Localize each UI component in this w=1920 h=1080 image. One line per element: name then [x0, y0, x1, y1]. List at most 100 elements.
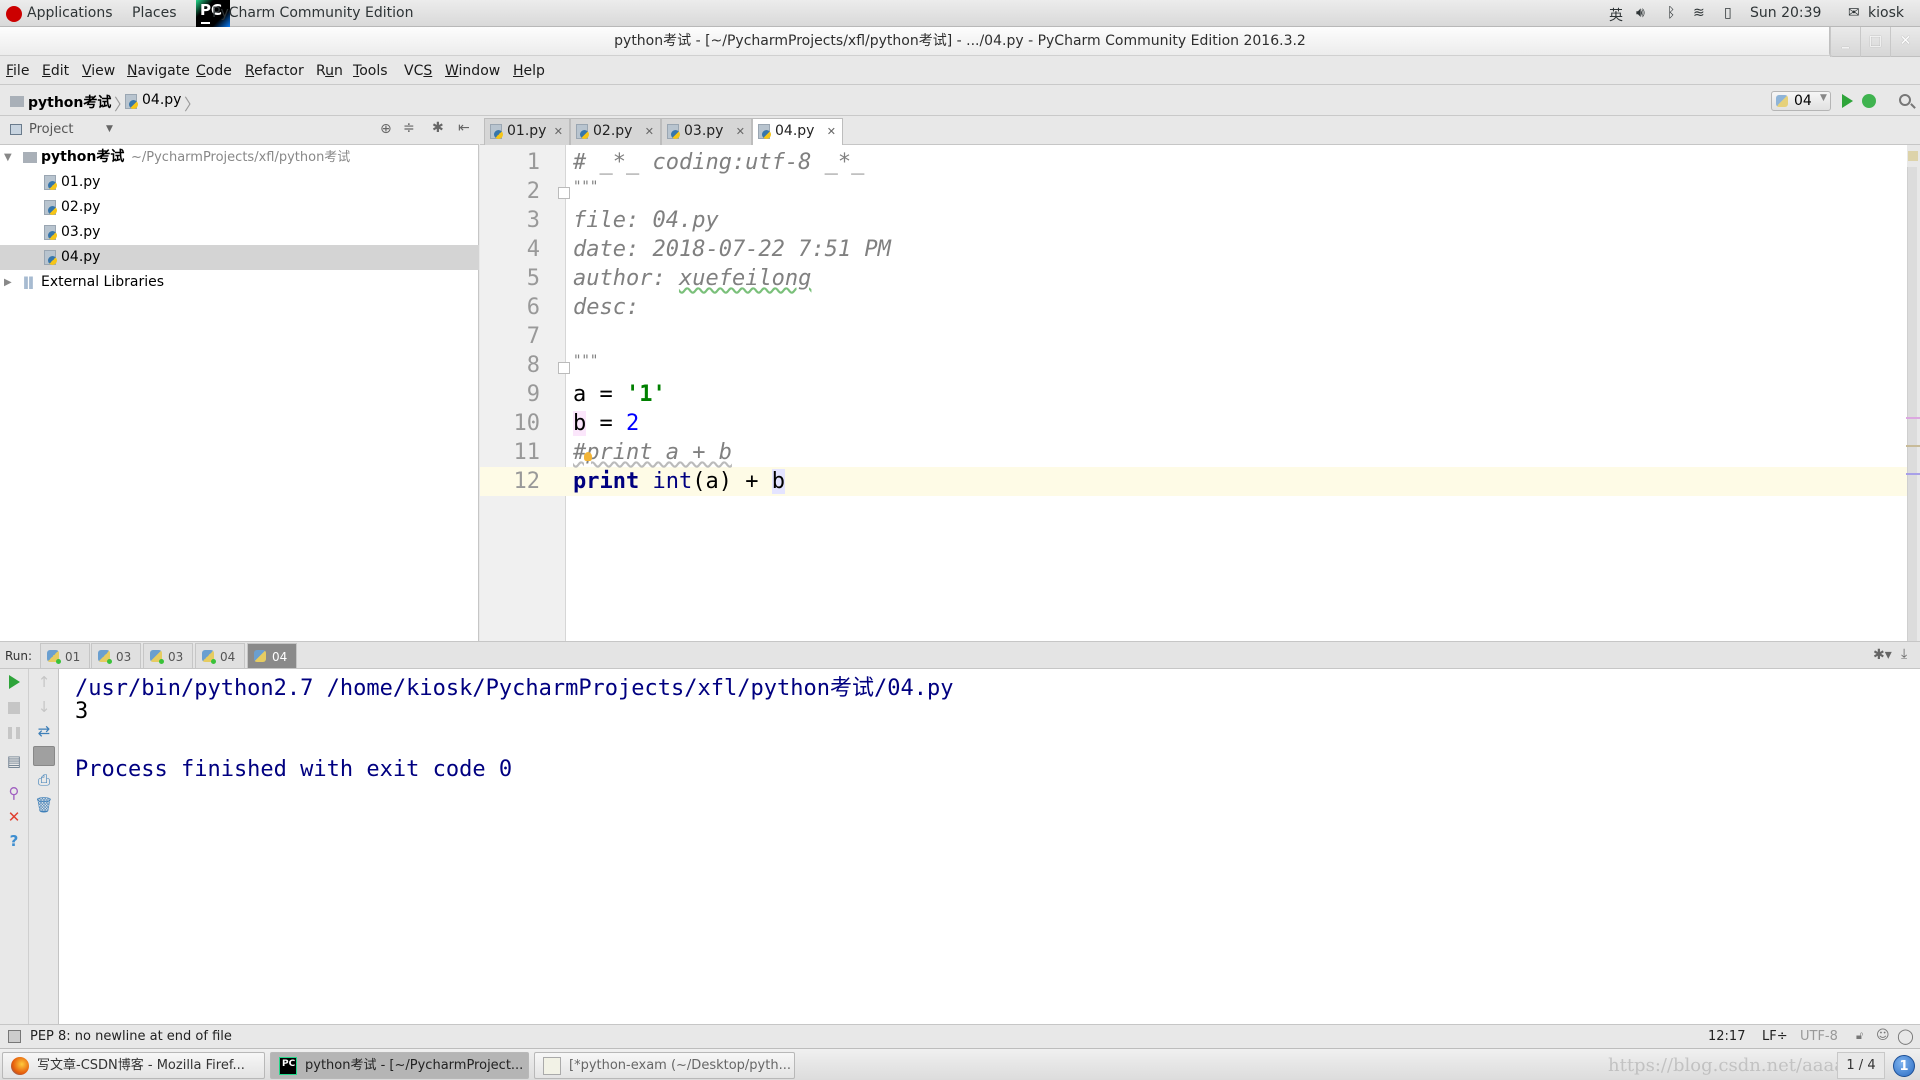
- debug-button[interactable]: [1862, 94, 1876, 108]
- chevron-down-icon[interactable]: ▼: [106, 124, 113, 134]
- restore-layout-icon[interactable]: ▤: [4, 752, 24, 770]
- error-stripe-mark[interactable]: [1906, 473, 1920, 475]
- fold-marker-icon[interactable]: [558, 187, 570, 199]
- menu-window[interactable]: Window: [445, 63, 500, 79]
- hide-panel-icon[interactable]: ⤓: [1901, 646, 1907, 662]
- clear-all-trash-icon[interactable]: 🗑︎: [34, 796, 54, 814]
- close-tab-icon[interactable]: ✕: [645, 119, 654, 144]
- pause-button[interactable]: [8, 727, 20, 739]
- tree-file-row-selected[interactable]: 04.py: [0, 245, 479, 270]
- code-line: author: xuefeilong: [573, 266, 811, 291]
- run-tab[interactable]: 03: [143, 643, 193, 669]
- tool-windows-toggle-icon[interactable]: [8, 1030, 21, 1043]
- collapsed-arrow-icon[interactable]: ▶: [4, 270, 12, 295]
- event-log-icon[interactable]: ◯: [1897, 1027, 1914, 1045]
- run-configuration-select[interactable]: 04 ▼: [1771, 91, 1831, 111]
- notification-badge[interactable]: 1: [1893, 1055, 1915, 1077]
- down-arrow-icon[interactable]: ↓: [34, 698, 54, 716]
- menu-code[interactable]: Code: [196, 63, 232, 79]
- menu-view[interactable]: View: [82, 63, 115, 79]
- run-button[interactable]: [1842, 94, 1853, 108]
- taskbar-item-gedit[interactable]: [*python-exam (~/Desktop/pyth...: [534, 1052, 795, 1079]
- places-menu[interactable]: Places: [132, 5, 177, 21]
- fold-marker-icon[interactable]: [558, 362, 570, 374]
- tree-file-row[interactable]: 01.py: [0, 170, 479, 195]
- battery-icon[interactable]: ▯: [1724, 5, 1732, 21]
- editor-vertical-scrollbar[interactable]: [1907, 167, 1917, 641]
- menu-file[interactable]: File: [6, 63, 29, 79]
- project-view-select[interactable]: Project: [29, 122, 73, 137]
- menu-refactor[interactable]: Refactor: [245, 63, 304, 79]
- gear-icon[interactable]: ✱▾: [1873, 647, 1892, 663]
- bluetooth-icon[interactable]: ᛒ: [1667, 5, 1675, 21]
- inspection-status-icon[interactable]: [1908, 151, 1918, 161]
- run-console-output[interactable]: /usr/bin/python2.7 /home/kiosk/PycharmPr…: [59, 669, 1920, 1024]
- close-icon[interactable]: ✕: [4, 808, 24, 826]
- tab-02-py[interactable]: 02.py ✕: [570, 118, 661, 145]
- expanded-arrow-icon[interactable]: ▼: [4, 145, 12, 170]
- menu-vcs[interactable]: VCS: [404, 63, 432, 79]
- soft-wrap-icon[interactable]: ⇄: [34, 722, 54, 740]
- wifi-icon[interactable]: ≋: [1693, 5, 1705, 21]
- hide-panel-icon[interactable]: ⇤: [458, 120, 470, 136]
- run-tab-active[interactable]: 04: [247, 643, 297, 669]
- hector-inspector-icon[interactable]: ☺: [1876, 1028, 1890, 1043]
- tree-external-libraries-row[interactable]: ▶ ‖‖ External Libraries: [0, 270, 479, 295]
- firefox-icon: [11, 1057, 29, 1075]
- menu-tools[interactable]: Tools: [353, 63, 388, 79]
- clock[interactable]: Sun 20:39: [1750, 5, 1821, 21]
- run-tab[interactable]: 01: [40, 643, 90, 669]
- run-tab[interactable]: 03: [91, 643, 141, 669]
- maximize-button[interactable]: □: [1860, 27, 1890, 57]
- close-tab-icon[interactable]: ✕: [736, 119, 745, 144]
- search-everywhere-button[interactable]: [1899, 94, 1911, 106]
- volume-icon[interactable]: 🔊︎: [1636, 5, 1645, 21]
- collapse-all-icon[interactable]: ≑: [403, 120, 415, 136]
- run-tab[interactable]: 04: [195, 643, 245, 669]
- menu-run[interactable]: Run: [316, 63, 343, 79]
- user-menu[interactable]: kiosk: [1868, 5, 1904, 21]
- workspace-switcher[interactable]: 1 / 4: [1837, 1052, 1885, 1079]
- error-stripe-mark[interactable]: [1906, 417, 1920, 419]
- tab-04-py[interactable]: 04.py ✕: [752, 118, 843, 146]
- scroll-to-end-toggle[interactable]: [33, 746, 55, 766]
- tree-root-row[interactable]: ▼ python考试 ~/PycharmProjects/xfl/python考…: [0, 145, 479, 170]
- breadcrumb-file[interactable]: 04.py: [142, 92, 181, 108]
- line-separator[interactable]: LF÷: [1762, 1029, 1788, 1044]
- rerun-button[interactable]: [9, 675, 20, 689]
- error-stripe-mark[interactable]: [1906, 445, 1920, 447]
- tab-03-py[interactable]: 03.py ✕: [661, 118, 752, 145]
- stop-button[interactable]: [8, 702, 20, 714]
- close-button[interactable]: ✕: [1890, 27, 1920, 57]
- active-app-menu[interactable]: PyCharm Community Edition: [212, 5, 413, 21]
- scroll-from-source-icon[interactable]: ⊕: [380, 121, 392, 137]
- gear-icon[interactable]: ✱: [432, 120, 444, 136]
- menu-navigate[interactable]: Navigate: [127, 63, 190, 79]
- menu-help[interactable]: Help: [513, 63, 545, 79]
- tab-01-py[interactable]: 01.py ✕: [484, 118, 570, 145]
- minimize-button[interactable]: _: [1830, 27, 1860, 57]
- tree-file-row[interactable]: 02.py: [0, 195, 479, 220]
- print-icon[interactable]: ⎙: [34, 771, 54, 789]
- code-editor[interactable]: [566, 145, 1907, 641]
- taskbar-item-pycharm[interactable]: PC python考试 - [~/PycharmProject...: [270, 1052, 529, 1079]
- menu-edit[interactable]: Edit: [42, 63, 69, 79]
- line-number: 4: [526, 237, 540, 262]
- applications-menu[interactable]: Applications: [27, 5, 113, 21]
- close-tab-icon[interactable]: ✕: [554, 119, 563, 144]
- lightbulb-icon[interactable]: [584, 452, 592, 461]
- tree-file-row[interactable]: 03.py: [0, 220, 479, 245]
- breadcrumb-project[interactable]: python考试: [28, 92, 111, 112]
- lock-icon[interactable]: 🔓︎: [1856, 1029, 1863, 1043]
- python-file-icon: [44, 225, 57, 240]
- file-encoding[interactable]: UTF-8: [1800, 1029, 1838, 1044]
- up-arrow-icon[interactable]: ↑: [34, 673, 54, 691]
- pin-tab-icon[interactable]: ⚲: [4, 784, 24, 802]
- caret-position[interactable]: 12:17: [1708, 1029, 1745, 1044]
- input-method-indicator[interactable]: 英: [1609, 5, 1623, 25]
- python-file-icon: [667, 124, 680, 139]
- help-icon[interactable]: ?: [4, 832, 24, 850]
- taskbar-item-firefox[interactable]: 写文章-CSDN博客 - Mozilla Firef...: [2, 1052, 265, 1079]
- close-tab-icon[interactable]: ✕: [827, 119, 836, 144]
- status-bar: PEP 8: no newline at end of file 12:17 L…: [0, 1024, 1920, 1048]
